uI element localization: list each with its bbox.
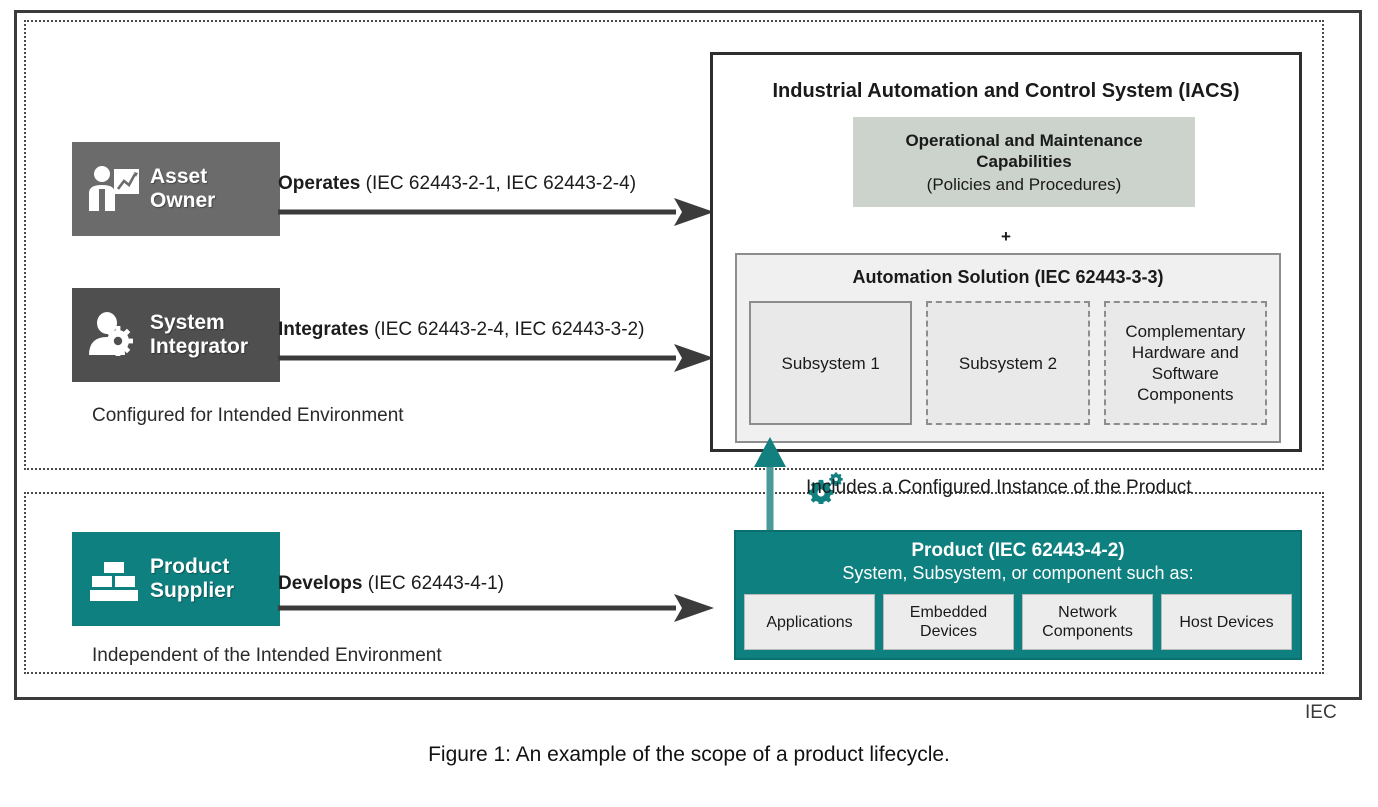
- product-cells: Applications Embedded Devices Network Co…: [744, 594, 1292, 650]
- includes-configured-instance-note: Includes a Configured Instance of the Pr…: [806, 477, 1192, 498]
- figure-canvas: Configured for Intended Environment Inde…: [0, 0, 1378, 807]
- iacs-box: Industrial Automation and Control System…: [710, 52, 1302, 452]
- arrow-integrates: [278, 342, 718, 374]
- iacs-title: Industrial Automation and Control System…: [772, 80, 1240, 102]
- arrow-verb-develops: Develops: [278, 573, 363, 594]
- arrow-right-icon: [278, 344, 714, 372]
- product-cell[interactable]: Embedded Devices: [883, 594, 1014, 650]
- arrow-refs-integrates: (IEC 62443-2-4, IEC 62443-3-2): [374, 319, 645, 340]
- automation-solution-cell[interactable]: Complementary Hardware and Software Comp…: [1103, 301, 1267, 425]
- role-box-asset-owner[interactable]: Asset Owner: [72, 142, 280, 236]
- role-box-system-integrator[interactable]: System Integrator: [72, 288, 280, 382]
- scope-configured-caption: Configured for Intended Environment: [92, 405, 404, 426]
- role-box-product-supplier[interactable]: Product Supplier: [72, 532, 280, 626]
- product-cell[interactable]: Host Devices: [1161, 594, 1292, 650]
- arrow-verb-operates: Operates: [278, 173, 361, 194]
- product-cell[interactable]: Network Components: [1022, 594, 1153, 650]
- automation-solution-cell[interactable]: Subsystem 1: [749, 301, 913, 425]
- operational-maintenance-capabilities-box: Operational and Maintenance Capabilities…: [853, 117, 1195, 207]
- product-box: Product (IEC 62443-4-2) System, Subsyste…: [734, 530, 1302, 660]
- role-label-product-supplier: Product Supplier: [150, 555, 235, 602]
- product-cell[interactable]: Applications: [744, 594, 875, 650]
- arrow-verb-integrates: Integrates: [278, 319, 369, 340]
- automation-solution-cells: Subsystem 1 Subsystem 2 Complementary Ha…: [749, 301, 1267, 425]
- arrow-operates: [278, 196, 718, 228]
- teal-up-arrow-icon: [754, 437, 786, 537]
- arrow-label-operates: Operates (IEC 62443-2-1, IEC 62443-2-4): [278, 173, 636, 195]
- role-label-system-integrator: System Integrator: [150, 311, 249, 358]
- plus-sign: +: [1001, 227, 1011, 246]
- arrow-right-icon: [278, 594, 714, 622]
- person-with-gear-icon: [89, 312, 133, 356]
- automation-solution-box: Automation Solution (IEC 62443-3-3) Subs…: [735, 253, 1281, 443]
- iec-mark: IEC: [1305, 702, 1337, 723]
- role-label-asset-owner: Asset Owner: [150, 165, 216, 212]
- arrow-develops: [278, 592, 718, 624]
- scope-independent-caption: Independent of the Intended Environment: [92, 645, 442, 666]
- arrow-label-integrates: Integrates (IEC 62443-2-4, IEC 62443-3-2…: [278, 319, 644, 341]
- automation-solution-title: Automation Solution (IEC 62443-3-3): [852, 267, 1164, 287]
- person-with-chart-icon: [89, 166, 139, 213]
- brick-stack-icon: [90, 562, 138, 601]
- product-title: Product (IEC 62443-4-2): [911, 540, 1125, 561]
- om-capabilities-title: Operational and Maintenance Capabilities: [905, 130, 1143, 171]
- om-capabilities-subtitle: (Policies and Procedures): [926, 174, 1122, 194]
- product-subtitle: System, Subsystem, or component such as:: [842, 563, 1194, 583]
- arrow-right-icon: [278, 198, 714, 226]
- arrow-refs-operates: (IEC 62443-2-1, IEC 62443-2-4): [365, 173, 637, 194]
- arrow-refs-develops: (IEC 62443-4-1): [367, 573, 504, 594]
- automation-solution-cell[interactable]: Subsystem 2: [926, 301, 1090, 425]
- figure-caption: Figure 1: An example of the scope of a p…: [428, 743, 950, 766]
